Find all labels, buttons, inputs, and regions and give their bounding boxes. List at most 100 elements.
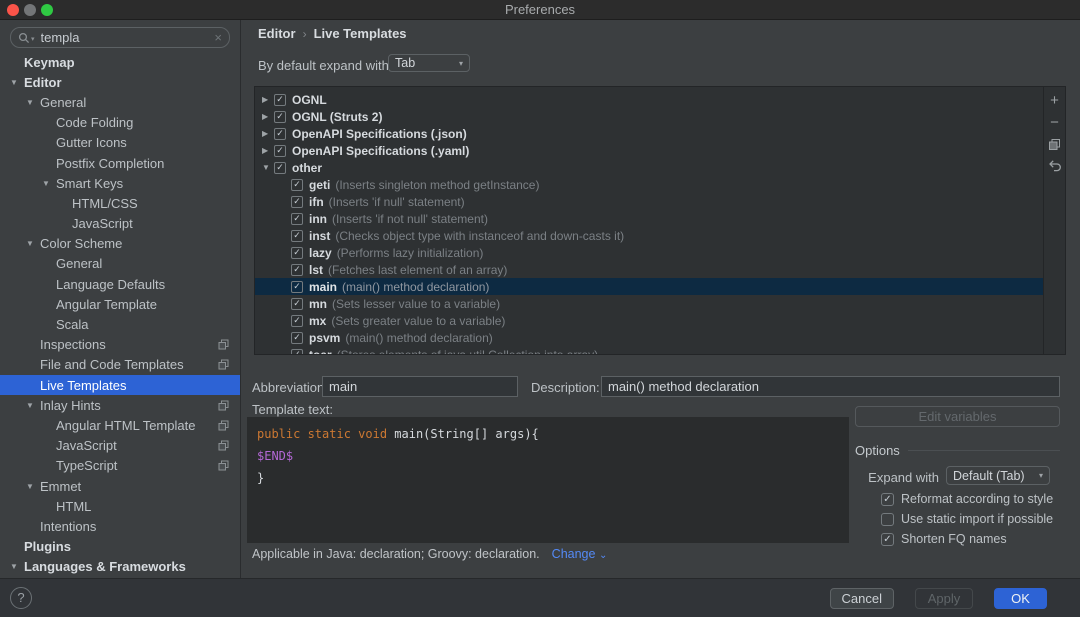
template-checkbox[interactable]: ✓	[274, 111, 286, 123]
options-section-header: Options	[855, 443, 1060, 458]
sidebar-item-typescript[interactable]: TypeScript	[0, 456, 241, 476]
checkbox[interactable]: ✓	[881, 493, 894, 506]
template-checkbox[interactable]: ✓	[291, 315, 303, 327]
option-shorten-fq-names[interactable]: ✓Shorten FQ names	[881, 531, 1007, 547]
sidebar-item-color-scheme[interactable]: ▼Color Scheme	[0, 234, 241, 254]
sidebar-item-javascript[interactable]: JavaScript	[0, 436, 241, 456]
sidebar-item-angular-html-template[interactable]: Angular HTML Template	[0, 415, 241, 435]
expand-arrow-icon[interactable]: ▶	[261, 112, 274, 121]
abbreviation-input[interactable]	[322, 376, 518, 397]
template-checkbox[interactable]: ✓	[291, 349, 303, 355]
template-checkbox[interactable]: ✓	[291, 298, 303, 310]
tree-group-openapi-specifications-yaml[interactable]: ▶✓OpenAPI Specifications (.yaml)	[255, 142, 1043, 159]
tree-group-ognl[interactable]: ▶✓OGNL	[255, 91, 1043, 108]
change-context-link[interactable]: Change ⌄	[552, 547, 608, 561]
sidebar-item-plugins[interactable]: Plugins	[0, 537, 241, 557]
option-reformat-according-to-style[interactable]: ✓Reformat according to style	[881, 491, 1053, 507]
sidebar-item-postfix-completion[interactable]: Postfix Completion	[0, 153, 241, 173]
remove-button[interactable]: −	[1047, 114, 1063, 130]
option-use-static-import-if-possible[interactable]: Use static import if possible	[881, 511, 1053, 527]
sidebar-item-keymap[interactable]: Keymap	[0, 52, 241, 72]
cancel-button[interactable]: Cancel	[830, 588, 894, 609]
expand-arrow-icon[interactable]: ▶	[261, 129, 274, 138]
template-checkbox[interactable]: ✓	[291, 213, 303, 225]
search-options-caret-icon[interactable]: ▾	[31, 35, 35, 43]
tree-group-ognl-struts-2[interactable]: ▶✓OGNL (Struts 2)	[255, 108, 1043, 125]
apply-button[interactable]: Apply	[915, 588, 973, 609]
search-field[interactable]: ▾ ×	[10, 27, 230, 48]
tree-item-lazy[interactable]: ✓lazy(Performs lazy initialization)	[255, 244, 1043, 261]
sidebar-item-html-css[interactable]: HTML/CSS	[0, 193, 241, 213]
description-input[interactable]	[601, 376, 1060, 397]
tree-item-inst[interactable]: ✓inst(Checks object type with instanceof…	[255, 227, 1043, 244]
duplicate-button[interactable]	[1047, 136, 1063, 152]
tree-item-inn[interactable]: ✓inn(Inserts 'if not null' statement)	[255, 210, 1043, 227]
expand-arrow-icon[interactable]: ▼	[42, 179, 56, 188]
sidebar-item-code-folding[interactable]: Code Folding	[0, 113, 241, 133]
template-text-editor[interactable]: public static void main(String[] args){ …	[247, 417, 849, 543]
tree-item-main[interactable]: ✓main(main() method declaration)	[255, 278, 1043, 295]
clear-search-icon[interactable]: ×	[214, 30, 222, 45]
search-input[interactable]	[41, 30, 211, 45]
template-checkbox[interactable]: ✓	[291, 247, 303, 259]
default-expand-select[interactable]: Tab ▾	[388, 54, 470, 72]
sidebar-item-file-and-code-templates[interactable]: File and Code Templates	[0, 355, 241, 375]
help-button[interactable]: ?	[10, 587, 32, 609]
tree-item-lst[interactable]: ✓lst(Fetches last element of an array)	[255, 261, 1043, 278]
sidebar-item-general[interactable]: ▼General	[0, 92, 241, 112]
add-button[interactable]: +	[1047, 92, 1063, 108]
sidebar-item-inlay-hints[interactable]: ▼Inlay Hints	[0, 395, 241, 415]
sidebar-item-general[interactable]: General	[0, 254, 241, 274]
tree-item-ifn[interactable]: ✓ifn(Inserts 'if null' statement)	[255, 193, 1043, 210]
tree-item-toar[interactable]: ✓toar(Stores elements of java.util.Colle…	[255, 346, 1043, 354]
sidebar-item-languages-frameworks[interactable]: ▼Languages & Frameworks	[0, 557, 241, 577]
template-checkbox[interactable]: ✓	[274, 128, 286, 140]
tree-item-psvm[interactable]: ✓psvm(main() method declaration)	[255, 329, 1043, 346]
sidebar-item-html[interactable]: HTML	[0, 496, 241, 516]
template-checkbox[interactable]: ✓	[274, 145, 286, 157]
expand-with-select[interactable]: Default (Tab) ▾	[946, 466, 1050, 485]
sidebar-item-label: HTML/CSS	[72, 196, 138, 211]
expand-arrow-icon[interactable]: ▶	[261, 146, 274, 155]
sidebar-item-inspections[interactable]: Inspections	[0, 335, 241, 355]
sidebar-item-label: File and Code Templates	[40, 357, 184, 372]
expand-arrow-icon[interactable]: ▼	[10, 78, 24, 87]
template-checkbox[interactable]: ✓	[291, 332, 303, 344]
tree-group-other[interactable]: ▼✓other	[255, 159, 1043, 176]
sidebar-item-gutter-icons[interactable]: Gutter Icons	[0, 133, 241, 153]
sidebar-item-intentions[interactable]: Intentions	[0, 516, 241, 536]
checkbox[interactable]: ✓	[881, 533, 894, 546]
tree-item-mn[interactable]: ✓mn(Sets lesser value to a variable)	[255, 295, 1043, 312]
collapse-arrow-icon[interactable]: ▼	[261, 163, 274, 172]
template-checkbox[interactable]: ✓	[291, 264, 303, 276]
edit-variables-button[interactable]: Edit variables	[855, 406, 1060, 427]
sidebar-item-language-defaults[interactable]: Language Defaults	[0, 274, 241, 294]
sidebar-item-scala[interactable]: Scala	[0, 314, 241, 334]
sidebar-item-emmet[interactable]: ▼Emmet	[0, 476, 241, 496]
sidebar-item-angular-template[interactable]: Angular Template	[0, 294, 241, 314]
sidebar-item-smart-keys[interactable]: ▼Smart Keys	[0, 173, 241, 193]
expand-arrow-icon[interactable]: ▼	[26, 482, 40, 491]
checkbox[interactable]	[881, 513, 894, 526]
expand-arrow-icon[interactable]: ▼	[10, 562, 24, 571]
template-checkbox[interactable]: ✓	[291, 179, 303, 191]
tree-item-geti[interactable]: ✓geti(Inserts singleton method getInstan…	[255, 176, 1043, 193]
expand-arrow-icon[interactable]: ▼	[26, 98, 40, 107]
sidebar-item-javascript[interactable]: JavaScript	[0, 214, 241, 234]
sidebar-item-editor[interactable]: ▼Editor	[0, 72, 241, 92]
revert-button[interactable]	[1047, 158, 1063, 174]
breadcrumb-editor[interactable]: Editor	[258, 26, 296, 41]
template-checkbox[interactable]: ✓	[274, 94, 286, 106]
template-checkbox[interactable]: ✓	[274, 162, 286, 174]
template-checkbox[interactable]: ✓	[291, 230, 303, 242]
template-checkbox[interactable]: ✓	[291, 196, 303, 208]
expand-arrow-icon[interactable]: ▶	[261, 95, 274, 104]
sidebar-item-label: JavaScript	[72, 216, 133, 231]
expand-arrow-icon[interactable]: ▼	[26, 401, 40, 410]
tree-item-mx[interactable]: ✓mx(Sets greater value to a variable)	[255, 312, 1043, 329]
ok-button[interactable]: OK	[994, 588, 1047, 609]
tree-group-openapi-specifications-json[interactable]: ▶✓OpenAPI Specifications (.json)	[255, 125, 1043, 142]
expand-arrow-icon[interactable]: ▼	[26, 239, 40, 248]
sidebar-item-live-templates[interactable]: Live Templates	[0, 375, 241, 395]
template-checkbox[interactable]: ✓	[291, 281, 303, 293]
